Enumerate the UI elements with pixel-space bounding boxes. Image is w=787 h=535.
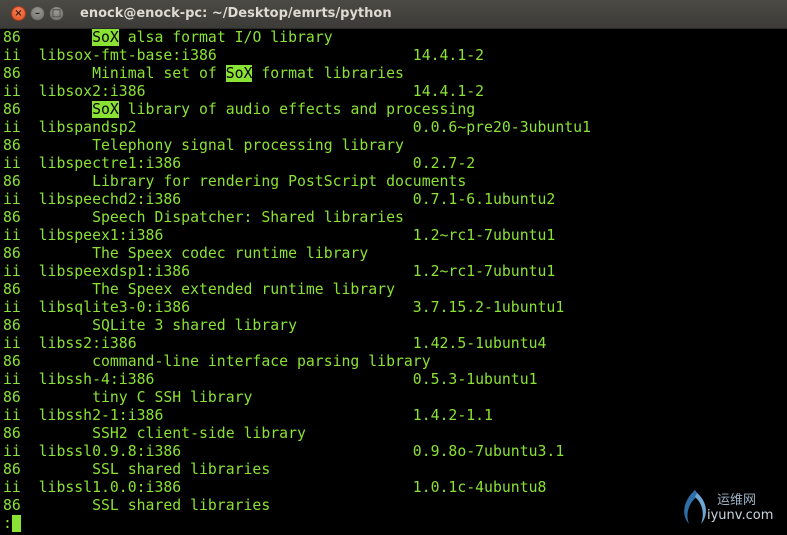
- title-bar[interactable]: × – □ enock@enock-pc: ~/Desktop/emrts/py…: [0, 0, 787, 29]
- terminal-line: ii libspeexdsp1:i386 1.2~rc1-7ubuntu1 i3: [3, 263, 787, 281]
- watermark-chinese-text: 运维网: [717, 493, 757, 508]
- terminal-text: 86 SSL shared libraries: [3, 497, 271, 514]
- terminal-line: 86 SSL shared libraries: [3, 497, 270, 515]
- terminal-text: 86 Telephony signal processing library: [3, 137, 404, 154]
- terminal-line: ii libssh-4:i386 0.5.3-1ubuntu1 i3: [3, 371, 787, 389]
- terminal-text: ii libspeexdsp1:i386 1.2~rc1-7ubuntu1 i3: [3, 263, 787, 280]
- terminal-text: 86 Library for rendering PostScript docu…: [3, 173, 467, 190]
- terminal-text: 86 command-line interface parsing librar…: [3, 353, 431, 370]
- terminal-line: ii libsox-fmt-base:i386 14.4.1-2 i3: [3, 47, 787, 65]
- terminal-line: ii libssl0.9.8:i386 0.9.8o-7ubuntu3.1 i3: [3, 443, 787, 461]
- terminal-text: library of audio effects and processing: [118, 101, 476, 118]
- terminal-line: 86 Library for rendering PostScript docu…: [3, 173, 466, 191]
- terminal-line: ii libsqlite3-0:i386 3.7.15.2-1ubuntu1 i…: [3, 299, 787, 317]
- terminal-line: 86 tiny C SSH library: [3, 389, 252, 407]
- terminal-text: 86 The Speex codec runtime library: [3, 245, 369, 262]
- terminal-line: ii libss2:i386 1.42.5-1ubuntu4 i3: [3, 335, 787, 353]
- close-window-button[interactable]: ×: [11, 6, 26, 21]
- terminal-text: 86 SSL shared libraries: [3, 461, 271, 478]
- pager-prompt: :: [3, 515, 12, 532]
- watermark: 运维网 iyunv.com: [677, 487, 781, 529]
- terminal-text: ii libss2:i386 1.42.5-1ubuntu4 i3: [3, 335, 787, 352]
- terminal-line: 86 SSL shared libraries: [3, 461, 270, 479]
- terminal-line: ii libspectre1:i386 0.2.7-2 i3: [3, 155, 787, 173]
- terminal-text: 86 SQLite 3 shared library: [3, 317, 297, 334]
- terminal-line: ii libssh2-1:i386 1.4.2-1.1 i3: [3, 407, 787, 425]
- terminal-text: 86 Speech Dispatcher: Shared libraries: [3, 209, 404, 226]
- terminal-text: 86 tiny C SSH library: [3, 389, 253, 406]
- terminal-text: ii libspeechd2:i386 0.7.1-6.1ubuntu2 i3: [3, 191, 787, 208]
- terminal-text: alsa format I/O library: [118, 29, 333, 46]
- terminal-text: 86: [3, 101, 93, 118]
- terminal-text: ii libssh-4:i386 0.5.3-1ubuntu1 i3: [3, 371, 787, 388]
- terminal-text: 86 The Speex extended runtime library: [3, 281, 395, 298]
- terminal-text: ii libsox-fmt-base:i386 14.4.1-2 i3: [3, 47, 787, 64]
- terminal-text: ii libspectre1:i386 0.2.7-2 i3: [3, 155, 787, 172]
- terminal-output[interactable]: 86 SoX alsa format I/O library ii libsox-…: [0, 29, 787, 535]
- terminal-line: ii libssl1.0.0:i386 1.0.1c-4ubuntu8 i3: [3, 479, 787, 497]
- terminal-window: × – □ enock@enock-pc: ~/Desktop/emrts/py…: [0, 0, 787, 535]
- search-highlight: SoX: [92, 29, 119, 46]
- terminal-line: ii libspandsp2 0.0.6~pre20-3ubuntu1 i3: [3, 119, 787, 137]
- terminal-line: 86 SQLite 3 shared library: [3, 317, 297, 335]
- terminal-line: ii libsox2:i386 14.4.1-2 i3: [3, 83, 787, 101]
- terminal-text: 86: [3, 29, 93, 46]
- watermark-url-text: iyunv.com: [707, 508, 774, 523]
- terminal-text: 86 Minimal set of: [3, 65, 226, 82]
- terminal-text: ii libsox2:i386 14.4.1-2 i3: [3, 83, 787, 100]
- terminal-line: 86 Minimal set of SoX format libraries: [3, 65, 404, 83]
- terminal-text: ii libssh2-1:i386 1.4.2-1.1 i3: [3, 407, 787, 424]
- terminal-line: 86 The Speex codec runtime library: [3, 245, 368, 263]
- terminal-line: 86 SoX alsa format I/O library: [3, 29, 333, 47]
- search-highlight: SoX: [225, 65, 253, 82]
- terminal-line: 86 command-line interface parsing librar…: [3, 353, 431, 371]
- window-title: enock@enock-pc: ~/Desktop/emrts/python: [80, 6, 392, 21]
- maximize-window-button[interactable]: □: [49, 6, 64, 21]
- terminal-line: ii libspeex1:i386 1.2~rc1-7ubuntu1 i3: [3, 227, 787, 245]
- terminal-text: ii libspandsp2 0.0.6~pre20-3ubuntu1 i3: [3, 119, 787, 136]
- terminal-text: 86 SSH2 client-side library: [3, 425, 306, 442]
- terminal-line: 86 Telephony signal processing library: [3, 137, 404, 155]
- terminal-text: ii libspeex1:i386 1.2~rc1-7ubuntu1 i3: [3, 227, 787, 244]
- terminal-text: format libraries: [252, 65, 404, 82]
- terminal-text: ii libssl1.0.0:i386 1.0.1c-4ubuntu8 i3: [3, 479, 787, 496]
- terminal-text: ii libsqlite3-0:i386 3.7.15.2-1ubuntu1 i…: [3, 299, 787, 316]
- terminal-text: ii libssl0.9.8:i386 0.9.8o-7ubuntu3.1 i3: [3, 443, 787, 460]
- terminal-line: 86 SoX library of audio effects and proc…: [3, 101, 475, 119]
- terminal-line: 86 Speech Dispatcher: Shared libraries: [3, 209, 404, 227]
- pager-prompt-line[interactable]: :: [3, 515, 21, 533]
- terminal-line: ii libspeechd2:i386 0.7.1-6.1ubuntu2 i3: [3, 191, 787, 209]
- terminal-line: 86 The Speex extended runtime library: [3, 281, 395, 299]
- text-cursor: [11, 515, 21, 532]
- search-highlight: SoX: [92, 101, 119, 118]
- minimize-window-button[interactable]: –: [30, 6, 45, 21]
- terminal-line: 86 SSH2 client-side library: [3, 425, 306, 443]
